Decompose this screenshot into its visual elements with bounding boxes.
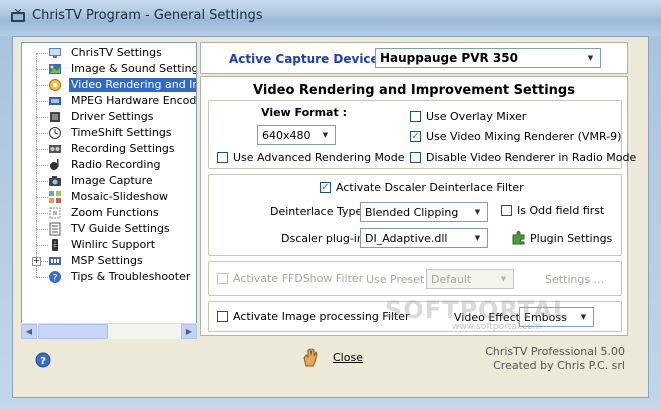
sidebar-item-video-rendering[interactable]: Video Rendering and Improve — [22, 77, 196, 93]
sidebar-item-christv-settings[interactable]: ChrisTV Settings — [22, 45, 196, 61]
capture-device-select[interactable]: Hauppauge PVR 350 ▼ — [375, 48, 601, 68]
preset-select[interactable]: Default ▼ — [426, 269, 514, 289]
sidebar-item-label: Image Capture — [71, 174, 153, 187]
chevron-down-icon: ▼ — [587, 54, 594, 62]
watermark-url: www.softportal.com — [452, 322, 542, 332]
sidebar-item-label: TimeShift Settings — [71, 126, 172, 139]
panel-title: Video Rendering and Improvement Settings — [253, 83, 575, 98]
tree-horizontal-scrollbar[interactable]: ◀ ▶ — [21, 323, 197, 339]
dscaler-plugin-value: DI_Adaptive.dll — [365, 232, 448, 245]
close-label: Close — [333, 351, 363, 364]
sidebar-item-label: Tips & Troubleshooter — [71, 270, 191, 283]
tv-guide-icon — [49, 222, 61, 236]
close-button[interactable]: Close — [300, 346, 370, 370]
check-icon: ✓ — [410, 131, 421, 142]
driver-icon — [50, 112, 60, 122]
mosaic-icon — [49, 191, 61, 203]
chevron-down-icon: ▼ — [474, 234, 481, 242]
settings-window: ChrisTV Program - General Settings Chris… — [0, 0, 661, 410]
scroll-right-button[interactable]: ▶ — [181, 324, 197, 339]
capture-device-value: Hauppauge PVR 350 — [380, 51, 518, 65]
dscaler-group: ✓ Activate Dscaler Deinterlace Filter De… — [208, 174, 622, 256]
radio-icon — [50, 159, 59, 170]
version-text: ChrisTV Professional 5.00 — [485, 345, 625, 358]
sidebar-item-label: MPEG Hardware Encoding — [71, 94, 197, 107]
chevron-down-icon: ▼ — [500, 275, 507, 283]
preset-value: Default — [431, 273, 472, 286]
sidebar-item-timeshift[interactable]: TimeShift Settings — [22, 125, 196, 141]
preset-label: Use Preset : — [366, 273, 432, 286]
sidebar-item-image-sound[interactable]: Image & Sound Settings — [22, 61, 197, 77]
view-format-label: View Format : — [261, 106, 347, 119]
monitor-icon — [49, 48, 61, 58]
tips-icon: ? — [49, 271, 61, 284]
sidebar-item-label: Zoom Functions — [71, 206, 159, 219]
sidebar-item-label: Radio Recording — [71, 158, 161, 171]
sidebar-item-label: MSP Settings — [71, 254, 143, 267]
ffdshow-settings-button[interactable]: Settings ... — [545, 273, 604, 286]
sidebar-item-mosaic-slideshow[interactable]: Mosaic-Slideshow — [22, 189, 196, 205]
image-sound-icon — [49, 64, 61, 74]
check-icon: ✓ — [320, 182, 331, 193]
sidebar-item-mpeg-encoding[interactable]: MPEG Hardware Encoding — [22, 93, 197, 109]
zoom-icon — [49, 207, 61, 219]
sidebar-item-driver-settings[interactable]: Driver Settings — [22, 109, 196, 125]
view-format-select[interactable]: 640x480 ▼ — [257, 125, 336, 145]
tv-app-icon — [11, 9, 25, 22]
expand-icon[interactable]: + — [32, 257, 41, 266]
window-title: ChrisTV Program - General Settings — [32, 8, 263, 23]
sidebar-item-label: Recording Settings — [71, 142, 175, 155]
title-bar[interactable]: ChrisTV Program - General Settings — [0, 0, 661, 37]
sidebar-item-label: Video Rendering and Improve — [69, 78, 196, 92]
dscaler-plugin-select[interactable]: DI_Adaptive.dll ▼ — [360, 228, 488, 248]
sidebar-item-tips[interactable]: ? Tips & Troubleshooter — [22, 269, 196, 285]
ffdshow-group: Activate FFDShow Filter Use Preset : Def… — [208, 261, 622, 296]
msp-icon — [49, 257, 61, 265]
sidebar-item-zoom-functions[interactable]: Zoom Functions — [22, 205, 196, 221]
sidebar-item-image-capture[interactable]: Image Capture — [22, 173, 196, 189]
chevron-down-icon: ▼ — [322, 131, 329, 139]
settings-tree[interactable]: ChrisTV Settings Image & Sound Settings … — [21, 42, 197, 339]
sidebar-item-msp-settings[interactable]: + MSP Settings — [22, 253, 196, 269]
sidebar-item-recording[interactable]: Recording Settings — [22, 141, 196, 157]
rendering-group: View Format : 640x480 ▼ Use Advanced Ren… — [208, 100, 636, 169]
deinterlace-type-select[interactable]: Blended Clipping ▼ — [360, 202, 488, 222]
svg-text:?: ? — [40, 356, 46, 367]
sidebar-item-label: ChrisTV Settings — [71, 46, 162, 59]
recording-icon — [49, 145, 61, 153]
deinterlace-type-value: Blended Clipping — [365, 206, 459, 219]
sidebar-item-label: Mosaic-Slideshow — [71, 190, 169, 203]
sidebar-item-label: TV Guide Settings — [71, 222, 170, 235]
scroll-left-button[interactable]: ◀ — [21, 324, 37, 339]
sidebar-item-tv-guide[interactable]: TV Guide Settings — [22, 221, 196, 237]
plugin-settings-button[interactable]: Plugin Settings — [511, 229, 612, 247]
puzzle-icon — [512, 231, 525, 245]
sidebar-item-label: Image & Sound Settings — [71, 62, 197, 75]
sidebar-item-winlirc[interactable]: Winlirc Support — [22, 237, 196, 253]
sidebar-item-label: Driver Settings — [71, 110, 154, 123]
view-format-value: 640x480 — [262, 129, 311, 142]
scroll-thumb[interactable] — [38, 324, 108, 339]
watermark-text: SOFTPORTAL — [385, 296, 570, 324]
video-render-icon — [49, 79, 61, 91]
svg-text:?: ? — [53, 274, 58, 284]
timeshift-icon — [49, 127, 61, 139]
hand-icon — [303, 348, 318, 367]
sidebar-item-radio-recording[interactable]: Radio Recording — [22, 157, 196, 173]
capture-device-label: Active Capture Device : — [229, 52, 388, 66]
dscaler-plugin-label: Dscaler plug-in : — [281, 232, 372, 245]
deinterlace-type-label: Deinterlace Type : — [270, 205, 370, 218]
camera-icon — [49, 176, 61, 186]
chevron-down-icon: ▼ — [474, 208, 481, 216]
sidebar-item-label: Winlirc Support — [71, 238, 156, 251]
chevron-down-icon: ▼ — [580, 313, 587, 321]
remote-icon — [52, 239, 58, 251]
mpeg-icon — [49, 97, 61, 105]
help-icon[interactable]: ? — [35, 352, 51, 368]
credit-text: Created by Chris P.C. srl — [493, 359, 625, 372]
capture-device-bar: Active Capture Device : Hauppauge PVR 35… — [200, 42, 628, 74]
